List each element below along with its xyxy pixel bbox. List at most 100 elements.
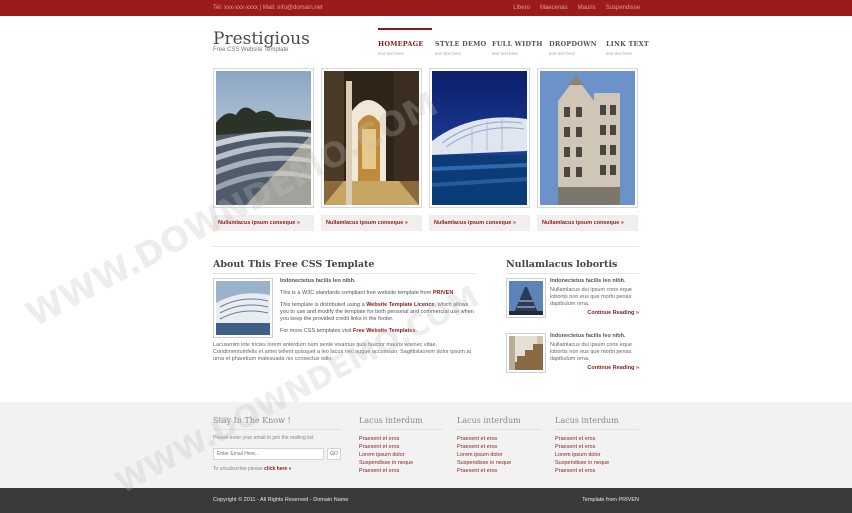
footer-link[interactable]: Suspendisse in neque — [555, 459, 639, 467]
top-link-suspendisse[interactable]: Suspendisse — [606, 5, 640, 11]
sidebar-thumbnail[interactable] — [506, 333, 546, 373]
about-thumbnail — [213, 278, 273, 338]
about-paragraph-2: This template is distributed using a Web… — [280, 302, 475, 323]
bottom-bar: Copyright © 2011 - All Rights Reserved -… — [0, 488, 852, 513]
footer-link[interactable]: Suspendisse in neque — [457, 459, 541, 467]
footer-link[interactable]: Praesent et eros — [359, 435, 443, 443]
about-heading: About This Free CSS Template — [213, 259, 375, 270]
modern-building-image — [432, 71, 527, 205]
sidebar-thumbnail[interactable] — [506, 278, 546, 318]
footer-link[interactable]: Praesent et eros — [359, 443, 443, 451]
gallery-item: Nullamlacus ipsum conseque » — [537, 68, 638, 231]
nav-item-full-width[interactable]: FULL WIDTH text text here — [492, 28, 546, 56]
heading-underline — [213, 273, 475, 274]
sidebar-item-title: Indonectetus facilis leo nibh. — [550, 278, 626, 284]
footer-link-column: Lacus interdum Praesent et eros Praesent… — [359, 416, 443, 475]
footer-link[interactable]: Praesent et eros — [359, 467, 443, 475]
top-links: Libero Maecenas Mauris Suspendisse — [513, 5, 640, 11]
footer-link-list: Praesent et eros Praesent et eros Lorem … — [555, 435, 639, 475]
gallery-image-historic-building[interactable] — [537, 68, 638, 208]
copyright-text: Copyright © 2011 - All Rights Reserved -… — [213, 497, 349, 503]
historic-building-image — [540, 71, 635, 205]
go-button[interactable]: GO — [327, 448, 341, 460]
newsletter-heading: Stay In The Know ! — [213, 416, 341, 430]
footer-column-heading: Lacus interdum — [457, 416, 541, 430]
nav-item-link-text[interactable]: LINK TEXT text text here — [606, 28, 660, 56]
nav-sublabel: text text here — [606, 51, 633, 56]
footer-link[interactable]: Lorem ipsum dolor — [359, 451, 443, 459]
section-divider — [213, 246, 639, 247]
arches-image — [324, 71, 419, 205]
about-paragraph-3: For more CSS templates visit Free Websit… — [280, 328, 475, 335]
priven-link[interactable]: PRIVEN — [433, 290, 453, 296]
about-image — [216, 281, 270, 335]
nav-sublabel: text text here — [435, 51, 462, 56]
sidebar-heading: Nullamlacus lobortis — [506, 259, 618, 270]
top-link-libero[interactable]: Libero — [513, 5, 530, 11]
footer-link-column: Lacus interdum Praesent et eros Praesent… — [457, 416, 541, 475]
gallery-image-arches[interactable] — [321, 68, 422, 208]
about-text: Indonectetus facilis leo nibh. This is a… — [280, 278, 475, 340]
sidebar-item-body: Nullamlacus dui ipsum cons eque lobortis… — [550, 342, 632, 362]
footer-link[interactable]: Praesent et eros — [457, 467, 541, 475]
photo-gallery: Nullamlacus ipsum conseque » Nullamlacus… — [213, 68, 638, 231]
continue-reading-link[interactable]: Continue Reading » — [587, 365, 639, 371]
footer-link[interactable]: Praesent et eros — [555, 467, 639, 475]
site-tagline: Free CSS Website Template — [213, 47, 289, 53]
top-bar: Tel: xxx-xxx-xxxx | Mail: info@domain.ne… — [0, 0, 852, 16]
footer-link[interactable]: Praesent et eros — [555, 435, 639, 443]
footer-widgets: Stay In The Know ! Please enter your ema… — [0, 402, 852, 488]
about-paragraph-1: This is a W3C standards compliant free w… — [280, 290, 475, 297]
free-templates-link[interactable]: Free Website Templates — [353, 328, 415, 334]
sidebar-item: Indonectetus facilis leo nibh. Nullamlac… — [506, 333, 639, 375]
footer-link-column: Lacus interdum Praesent et eros Praesent… — [555, 416, 639, 475]
text: This template is distributed using a — [280, 302, 367, 308]
gallery-caption-link[interactable]: Nullamlacus ipsum conseque » — [537, 215, 638, 231]
sidebar-image-stairs — [509, 336, 543, 370]
nav-label: LINK TEXT — [606, 40, 649, 48]
top-link-maecenas[interactable]: Maecenas — [540, 5, 568, 11]
sidebar-item-body: Nullamlacus dui ipsum cons eque lobortis… — [550, 287, 632, 307]
newsletter-note: Please enter your email to join the mail… — [213, 435, 314, 441]
sidebar-image-tower — [509, 281, 543, 315]
footer-column-heading: Lacus interdum — [359, 416, 443, 430]
gallery-image-modern-building[interactable] — [429, 68, 530, 208]
footer-link[interactable]: Lorem ipsum dolor — [457, 451, 541, 459]
footer-link-list: Praesent et eros Praesent et eros Lorem … — [457, 435, 541, 475]
unsubscribe-text: To unsubscribe please click here » — [213, 466, 341, 472]
contact-info: Tel: xxx-xxx-xxxx | Mail: info@domain.ne… — [213, 5, 323, 11]
unsubscribe-link[interactable]: click here » — [264, 466, 291, 472]
text: . — [415, 328, 418, 334]
heading-underline — [506, 273, 639, 274]
nav-item-dropdown[interactable]: DROPDOWN text text here — [549, 28, 603, 56]
about-lead: Indonectetus facilis leo nibh. — [280, 278, 356, 284]
nav-item-homepage[interactable]: HOMEPAGE text text here — [378, 28, 432, 56]
continue-reading-link[interactable]: Continue Reading » — [587, 310, 639, 316]
subscribe-form: GO — [213, 448, 341, 460]
sidebar-item: Indonectetus facilis leo nibh. Nullamlac… — [506, 278, 639, 320]
gallery-item: Nullamlacus ipsum conseque » — [213, 68, 314, 231]
gallery-caption-link[interactable]: Nullamlacus ipsum conseque » — [321, 215, 422, 231]
nav-label: DROPDOWN — [549, 40, 597, 48]
gallery-item: Nullamlacus ipsum conseque » — [429, 68, 530, 231]
gallery-caption-link[interactable]: Nullamlacus ipsum conseque » — [429, 215, 530, 231]
nav-label: STYLE DEMO — [435, 40, 487, 48]
top-link-mauris[interactable]: Mauris — [578, 5, 596, 11]
text: This is a W3C standards compliant free w… — [280, 290, 433, 296]
text: To unsubscribe please — [213, 466, 265, 472]
footer-link[interactable]: Praesent et eros — [457, 435, 541, 443]
main-nav: HOMEPAGE text text here STYLE DEMO text … — [378, 28, 663, 56]
licence-link[interactable]: Website Template Licence — [366, 302, 434, 308]
footer-link-list: Praesent et eros Praesent et eros Lorem … — [359, 435, 443, 475]
template-credit-link[interactable]: Template from PRIVEN — [582, 497, 639, 503]
footer-link[interactable]: Praesent et eros — [457, 443, 541, 451]
footer-link[interactable]: Lorem ipsum dolor — [555, 451, 639, 459]
nav-item-style-demo[interactable]: STYLE DEMO text text here — [435, 28, 489, 56]
email-input[interactable] — [213, 448, 325, 460]
footer-column-heading: Lacus interdum — [555, 416, 639, 430]
footer-link[interactable]: Suspendisse in neque — [359, 459, 443, 467]
site-logo-title[interactable]: Prestigious — [213, 29, 310, 49]
footer-link[interactable]: Praesent et eros — [555, 443, 639, 451]
gallery-caption-link[interactable]: Nullamlacus ipsum conseque » — [213, 215, 314, 231]
gallery-image-stadium[interactable] — [213, 68, 314, 208]
